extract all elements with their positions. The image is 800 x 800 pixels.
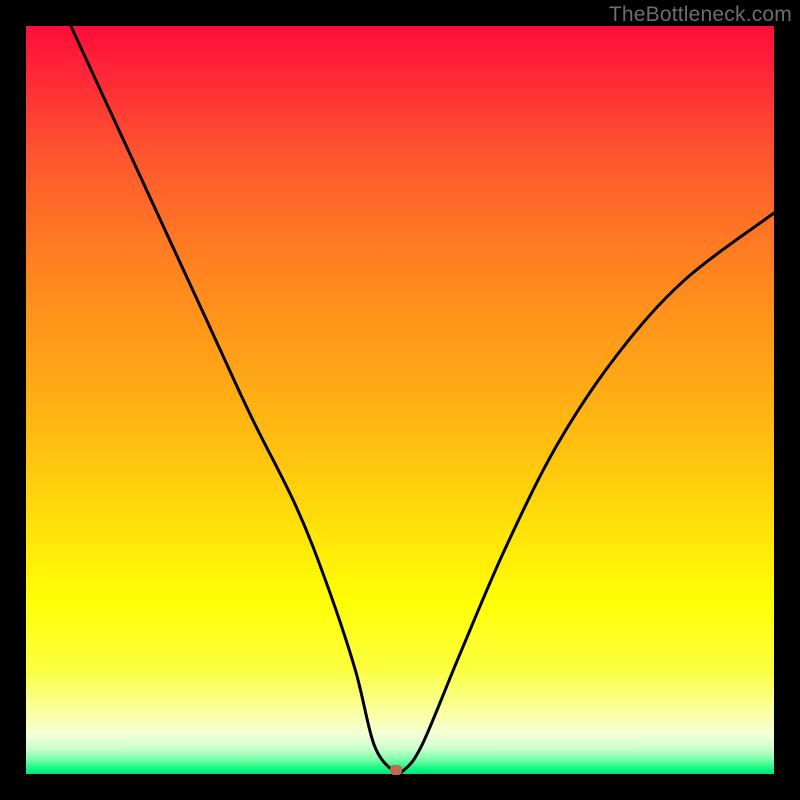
chart-frame: TheBottleneck.com	[0, 0, 800, 800]
optimum-marker	[390, 765, 402, 775]
curve-path	[71, 26, 774, 774]
bottleneck-curve	[26, 26, 774, 774]
plot-area	[26, 26, 774, 774]
watermark-text: TheBottleneck.com	[609, 3, 792, 27]
